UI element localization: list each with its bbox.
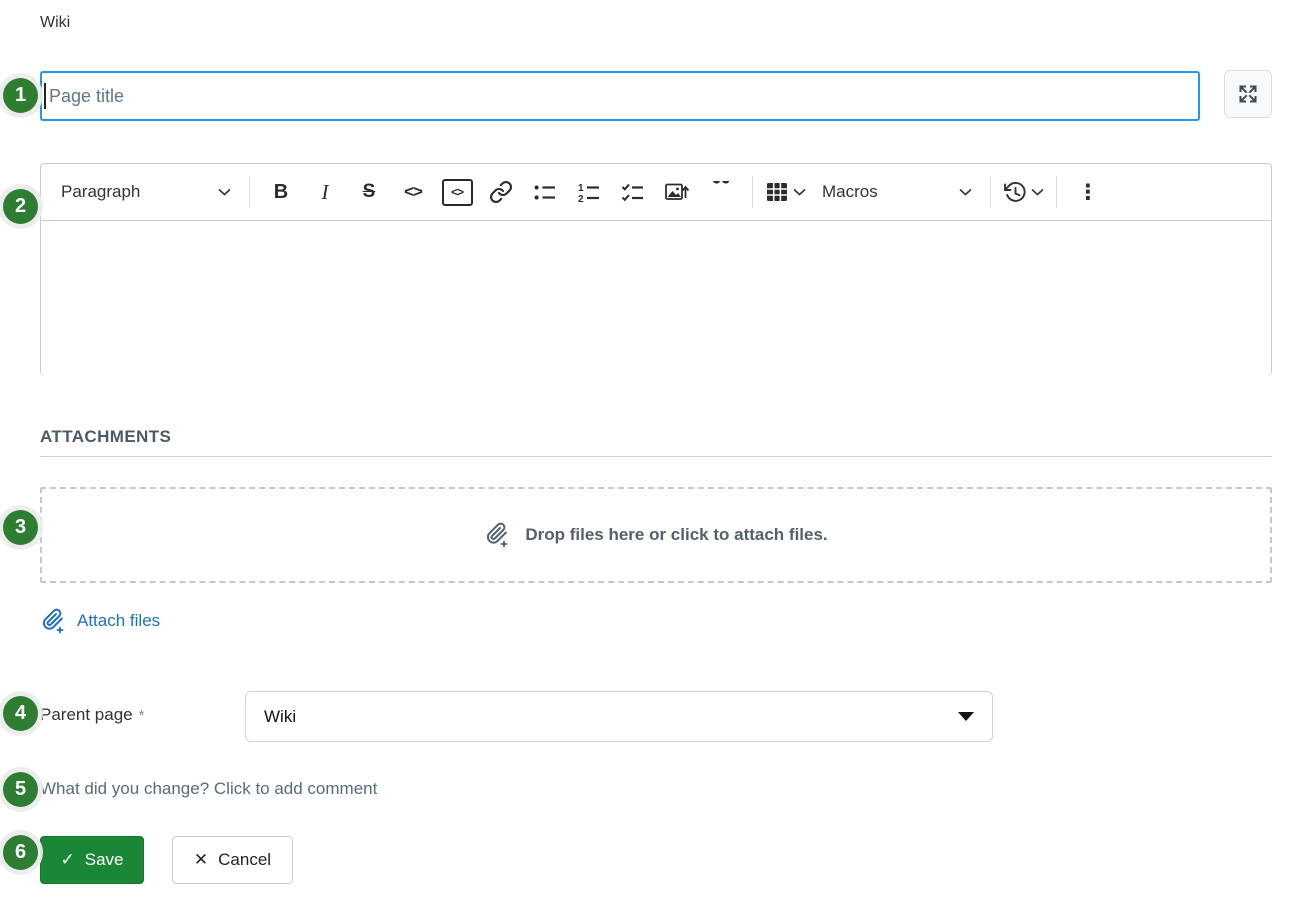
inline-code-icon: <> bbox=[404, 182, 422, 202]
numbered-list-icon: 1 2 bbox=[577, 180, 601, 204]
annotation-badge-3: 3 bbox=[3, 510, 38, 545]
macros-dropdown[interactable]: Macros bbox=[816, 172, 978, 212]
bold-icon: B bbox=[274, 181, 288, 204]
svg-text:1: 1 bbox=[578, 183, 584, 194]
parent-page-selected-value: Wiki bbox=[264, 707, 958, 727]
select-dropdown-arrow-icon bbox=[958, 712, 974, 721]
chevron-down-icon bbox=[793, 188, 806, 196]
overflow-menu-button[interactable]: ⋮ bbox=[1069, 172, 1107, 212]
save-button-label: Save bbox=[85, 850, 124, 870]
toolbar-separator bbox=[990, 176, 991, 208]
text-cursor bbox=[44, 83, 46, 109]
annotation-badge-6: 6 bbox=[3, 835, 38, 870]
annotation-badge-2: 2 bbox=[3, 189, 38, 224]
fullscreen-toggle-button[interactable] bbox=[1224, 70, 1272, 118]
annotation-badge-4: 4 bbox=[3, 696, 38, 731]
required-marker: * bbox=[139, 707, 145, 724]
parent-page-label: Parent page * bbox=[40, 705, 144, 725]
revision-history-dropdown[interactable] bbox=[1003, 180, 1044, 204]
file-dropzone[interactable]: Drop files here or click to attach files… bbox=[40, 487, 1272, 583]
breadcrumb: Wiki bbox=[40, 14, 70, 32]
parent-page-label-text: Parent page bbox=[40, 705, 133, 724]
bold-button[interactable]: B bbox=[262, 172, 300, 212]
code-block-button[interactable]: <> bbox=[438, 172, 476, 212]
block-quote-button[interactable]: “ bbox=[702, 172, 740, 212]
todo-list-icon bbox=[621, 180, 645, 204]
strikethrough-icon: S bbox=[363, 181, 376, 203]
bulleted-list-button[interactable] bbox=[526, 172, 564, 212]
paragraph-style-label: Paragraph bbox=[61, 182, 140, 202]
italic-icon: I bbox=[322, 180, 329, 205]
wiki-editor-page: Wiki 1 2 3 4 5 6 Paragraph bbox=[0, 0, 1290, 907]
attach-files-label: Attach files bbox=[77, 611, 160, 631]
revision-history-icon bbox=[1003, 180, 1027, 204]
insert-image-button[interactable] bbox=[658, 172, 696, 212]
cancel-button-label: Cancel bbox=[218, 850, 271, 870]
chevron-down-icon bbox=[1031, 188, 1044, 196]
toolbar-separator bbox=[1056, 176, 1057, 208]
insert-table-dropdown[interactable] bbox=[765, 180, 806, 204]
paperclip-plus-icon bbox=[40, 608, 66, 634]
close-icon: ✕ bbox=[194, 850, 208, 870]
paragraph-style-dropdown[interactable]: Paragraph bbox=[55, 172, 237, 212]
todo-list-button[interactable] bbox=[614, 172, 652, 212]
paperclip-plus-icon bbox=[484, 522, 510, 548]
code-block-icon: <> bbox=[442, 179, 473, 206]
insert-image-icon bbox=[664, 180, 690, 204]
link-button[interactable] bbox=[482, 172, 520, 212]
save-button[interactable]: ✓ Save bbox=[40, 836, 144, 884]
block-quote-icon: “ bbox=[711, 181, 732, 203]
bulleted-list-icon bbox=[533, 180, 557, 204]
attachments-section-header: ATTACHMENTS bbox=[40, 427, 171, 447]
parent-page-select[interactable]: Wiki bbox=[245, 691, 993, 742]
macros-label: Macros bbox=[822, 182, 878, 202]
dropzone-label: Drop files here or click to attach files… bbox=[525, 525, 827, 545]
chevron-down-icon bbox=[218, 188, 231, 196]
link-icon bbox=[489, 180, 513, 204]
section-divider bbox=[40, 456, 1272, 457]
rich-text-editor: Paragraph B I S <> <> bbox=[40, 163, 1272, 375]
commit-comment-field[interactable]: What did you change? Click to add commen… bbox=[40, 779, 377, 799]
toolbar-separator bbox=[249, 176, 250, 208]
expand-icon bbox=[1236, 82, 1260, 106]
cancel-button[interactable]: ✕ Cancel bbox=[172, 836, 293, 884]
page-title-input[interactable] bbox=[40, 71, 1200, 121]
insert-table-icon bbox=[765, 180, 789, 204]
svg-text:2: 2 bbox=[578, 194, 584, 204]
editor-toolbar: Paragraph B I S <> <> bbox=[41, 164, 1271, 221]
chevron-down-icon bbox=[959, 188, 972, 196]
italic-button[interactable]: I bbox=[306, 172, 344, 212]
strikethrough-button[interactable]: S bbox=[350, 172, 388, 212]
annotation-badge-1: 1 bbox=[3, 78, 38, 113]
checkmark-icon: ✓ bbox=[61, 850, 75, 870]
toolbar-separator bbox=[752, 176, 753, 208]
editor-content-area[interactable] bbox=[41, 221, 1271, 375]
attach-files-link[interactable]: Attach files bbox=[40, 608, 160, 634]
kebab-menu-icon: ⋮ bbox=[1078, 180, 1099, 205]
inline-code-button[interactable]: <> bbox=[394, 172, 432, 212]
numbered-list-button[interactable]: 1 2 bbox=[570, 172, 608, 212]
annotation-badge-5: 5 bbox=[3, 772, 38, 807]
